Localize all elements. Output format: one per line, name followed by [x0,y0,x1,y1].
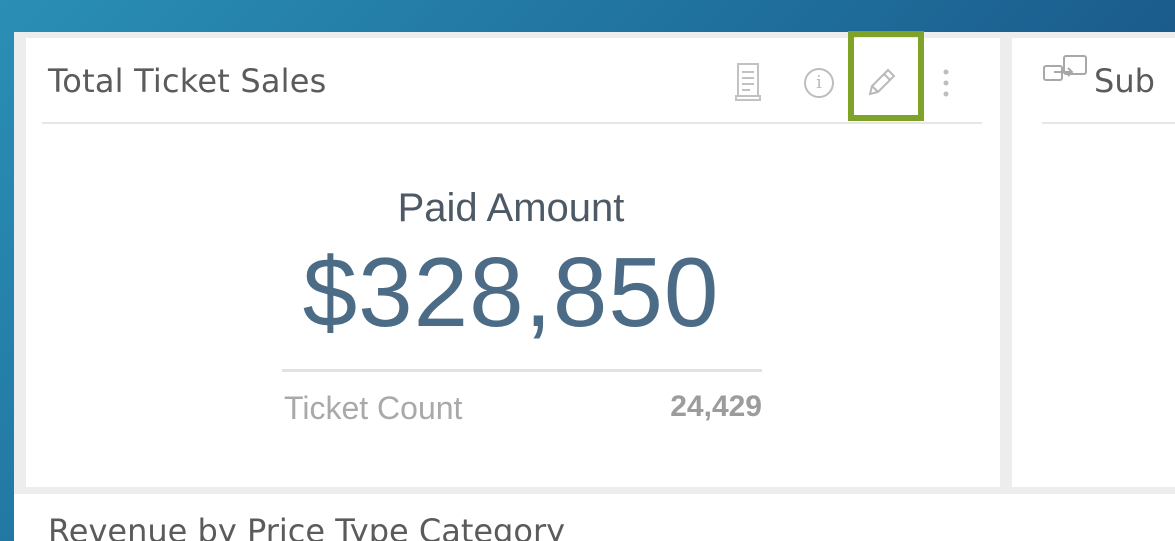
side-title-divider [1042,122,1175,124]
more-vertical-icon[interactable] [941,64,951,102]
ticket-count-label: Ticket Count [284,390,463,426]
metric-divider [282,369,762,372]
metric-label: Paid Amount [397,186,625,230]
revenue-widget-title: Revenue by Price Type Category [48,512,566,541]
report-icon[interactable] [734,62,764,102]
dashboard-canvas: Total Ticket Sales i Paid Amount $328,85… [14,32,1175,541]
edit-icon-highlight [848,31,924,121]
info-icon[interactable]: i [804,68,834,98]
transfer-icon [1042,50,1090,90]
side-widget: Sub [1012,38,1175,487]
ticket-count-value: 24,429 [670,390,762,423]
metric-value: $328,850 [302,237,720,347]
side-widget-title: Sub [1094,62,1155,100]
widget-title: Total Ticket Sales [48,62,327,100]
revenue-widget: Revenue by Price Type Category [14,494,1175,541]
title-divider [42,122,982,124]
